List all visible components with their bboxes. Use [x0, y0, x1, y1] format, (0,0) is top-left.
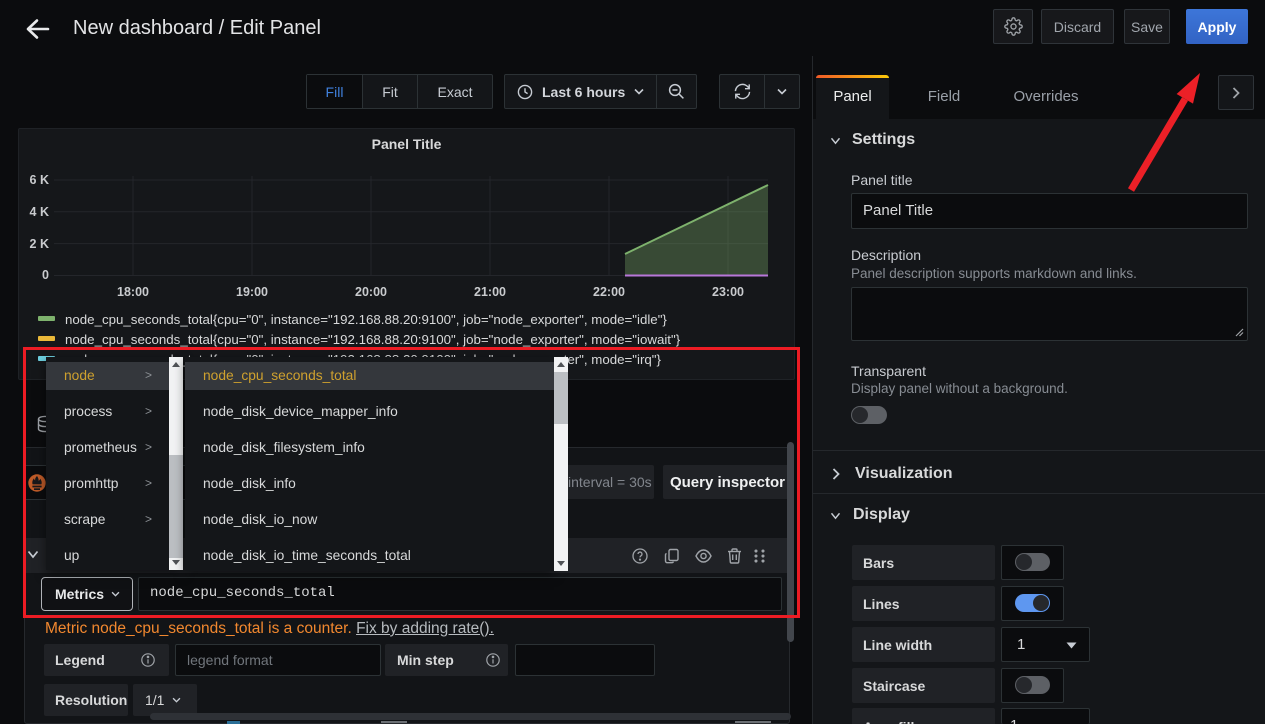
- svg-text:4 K: 4 K: [30, 205, 49, 219]
- svg-text:22:00: 22:00: [593, 285, 625, 299]
- svg-text:19:00: 19:00: [236, 285, 268, 299]
- svg-text:20:00: 20:00: [355, 285, 387, 299]
- svg-text:21:00: 21:00: [474, 285, 506, 299]
- svg-text:2 K: 2 K: [30, 237, 49, 251]
- svg-text:18:00: 18:00: [117, 285, 149, 299]
- svg-text:6 K: 6 K: [30, 173, 49, 187]
- svg-text:0: 0: [42, 268, 49, 282]
- svg-text:23:00: 23:00: [712, 285, 744, 299]
